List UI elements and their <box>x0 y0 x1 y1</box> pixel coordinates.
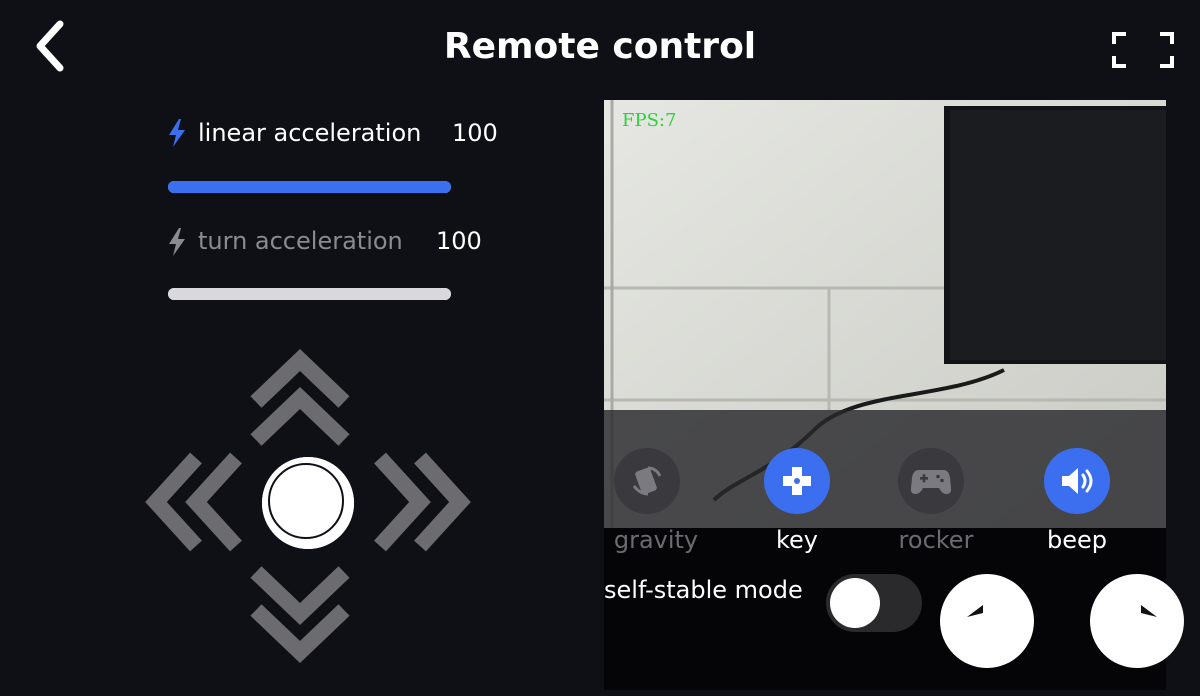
rotate-left-button[interactable] <box>940 574 1034 668</box>
turn-acceleration-fill <box>168 288 451 300</box>
down-arrow-button[interactable] <box>250 566 350 664</box>
rocker-mode-button[interactable] <box>898 448 964 514</box>
key-mode-button[interactable] <box>764 448 830 514</box>
fps-counter: FPS:7 <box>622 110 677 131</box>
linear-acceleration-bolt-icon <box>166 118 188 152</box>
gravity-mode-button[interactable] <box>614 448 680 514</box>
dpad-icon <box>783 467 811 495</box>
fullscreen-button[interactable] <box>1108 30 1178 70</box>
right-arrow-button[interactable] <box>374 452 471 552</box>
gamepad-icon <box>911 470 951 494</box>
linear-acceleration-value: 100 <box>452 119 498 147</box>
mode-rocker[interactable] <box>898 448 964 514</box>
rotate-left-icon <box>967 605 983 617</box>
beep-button[interactable] <box>1044 448 1110 514</box>
rocker-label: rocker <box>898 526 974 554</box>
turn-acceleration-slider[interactable] <box>168 288 451 300</box>
self-stable-mode-label: self-stable mode <box>604 576 803 604</box>
mode-key[interactable] <box>764 448 830 514</box>
rotate-right-icon <box>1141 605 1157 617</box>
turn-acceleration-value: 100 <box>436 227 482 255</box>
linear-acceleration-slider[interactable] <box>168 181 451 193</box>
mode-beep[interactable] <box>1044 448 1110 514</box>
page-title: Remote control <box>443 26 757 67</box>
key-label: key <box>775 526 818 554</box>
toggle-knob <box>830 578 880 628</box>
rotate-right-button[interactable] <box>1090 574 1184 668</box>
linear-acceleration-label: linear acceleration <box>198 119 422 147</box>
up-arrow-button[interactable] <box>250 348 350 446</box>
gravity-icon <box>632 466 662 496</box>
self-stable-mode-toggle[interactable] <box>826 574 922 632</box>
gravity-label: gravity <box>613 526 699 554</box>
turn-acceleration-bolt-icon <box>166 227 188 261</box>
left-arrow-button[interactable] <box>145 452 242 552</box>
turn-acceleration-label: turn acceleration <box>198 227 403 255</box>
beep-label: beep <box>1047 526 1107 554</box>
speaker-icon <box>1062 468 1093 494</box>
dpad-center-button[interactable] <box>262 457 354 549</box>
fullscreen-icon <box>1112 32 1174 68</box>
mode-gravity[interactable] <box>614 448 680 514</box>
linear-acceleration-fill <box>168 181 451 193</box>
